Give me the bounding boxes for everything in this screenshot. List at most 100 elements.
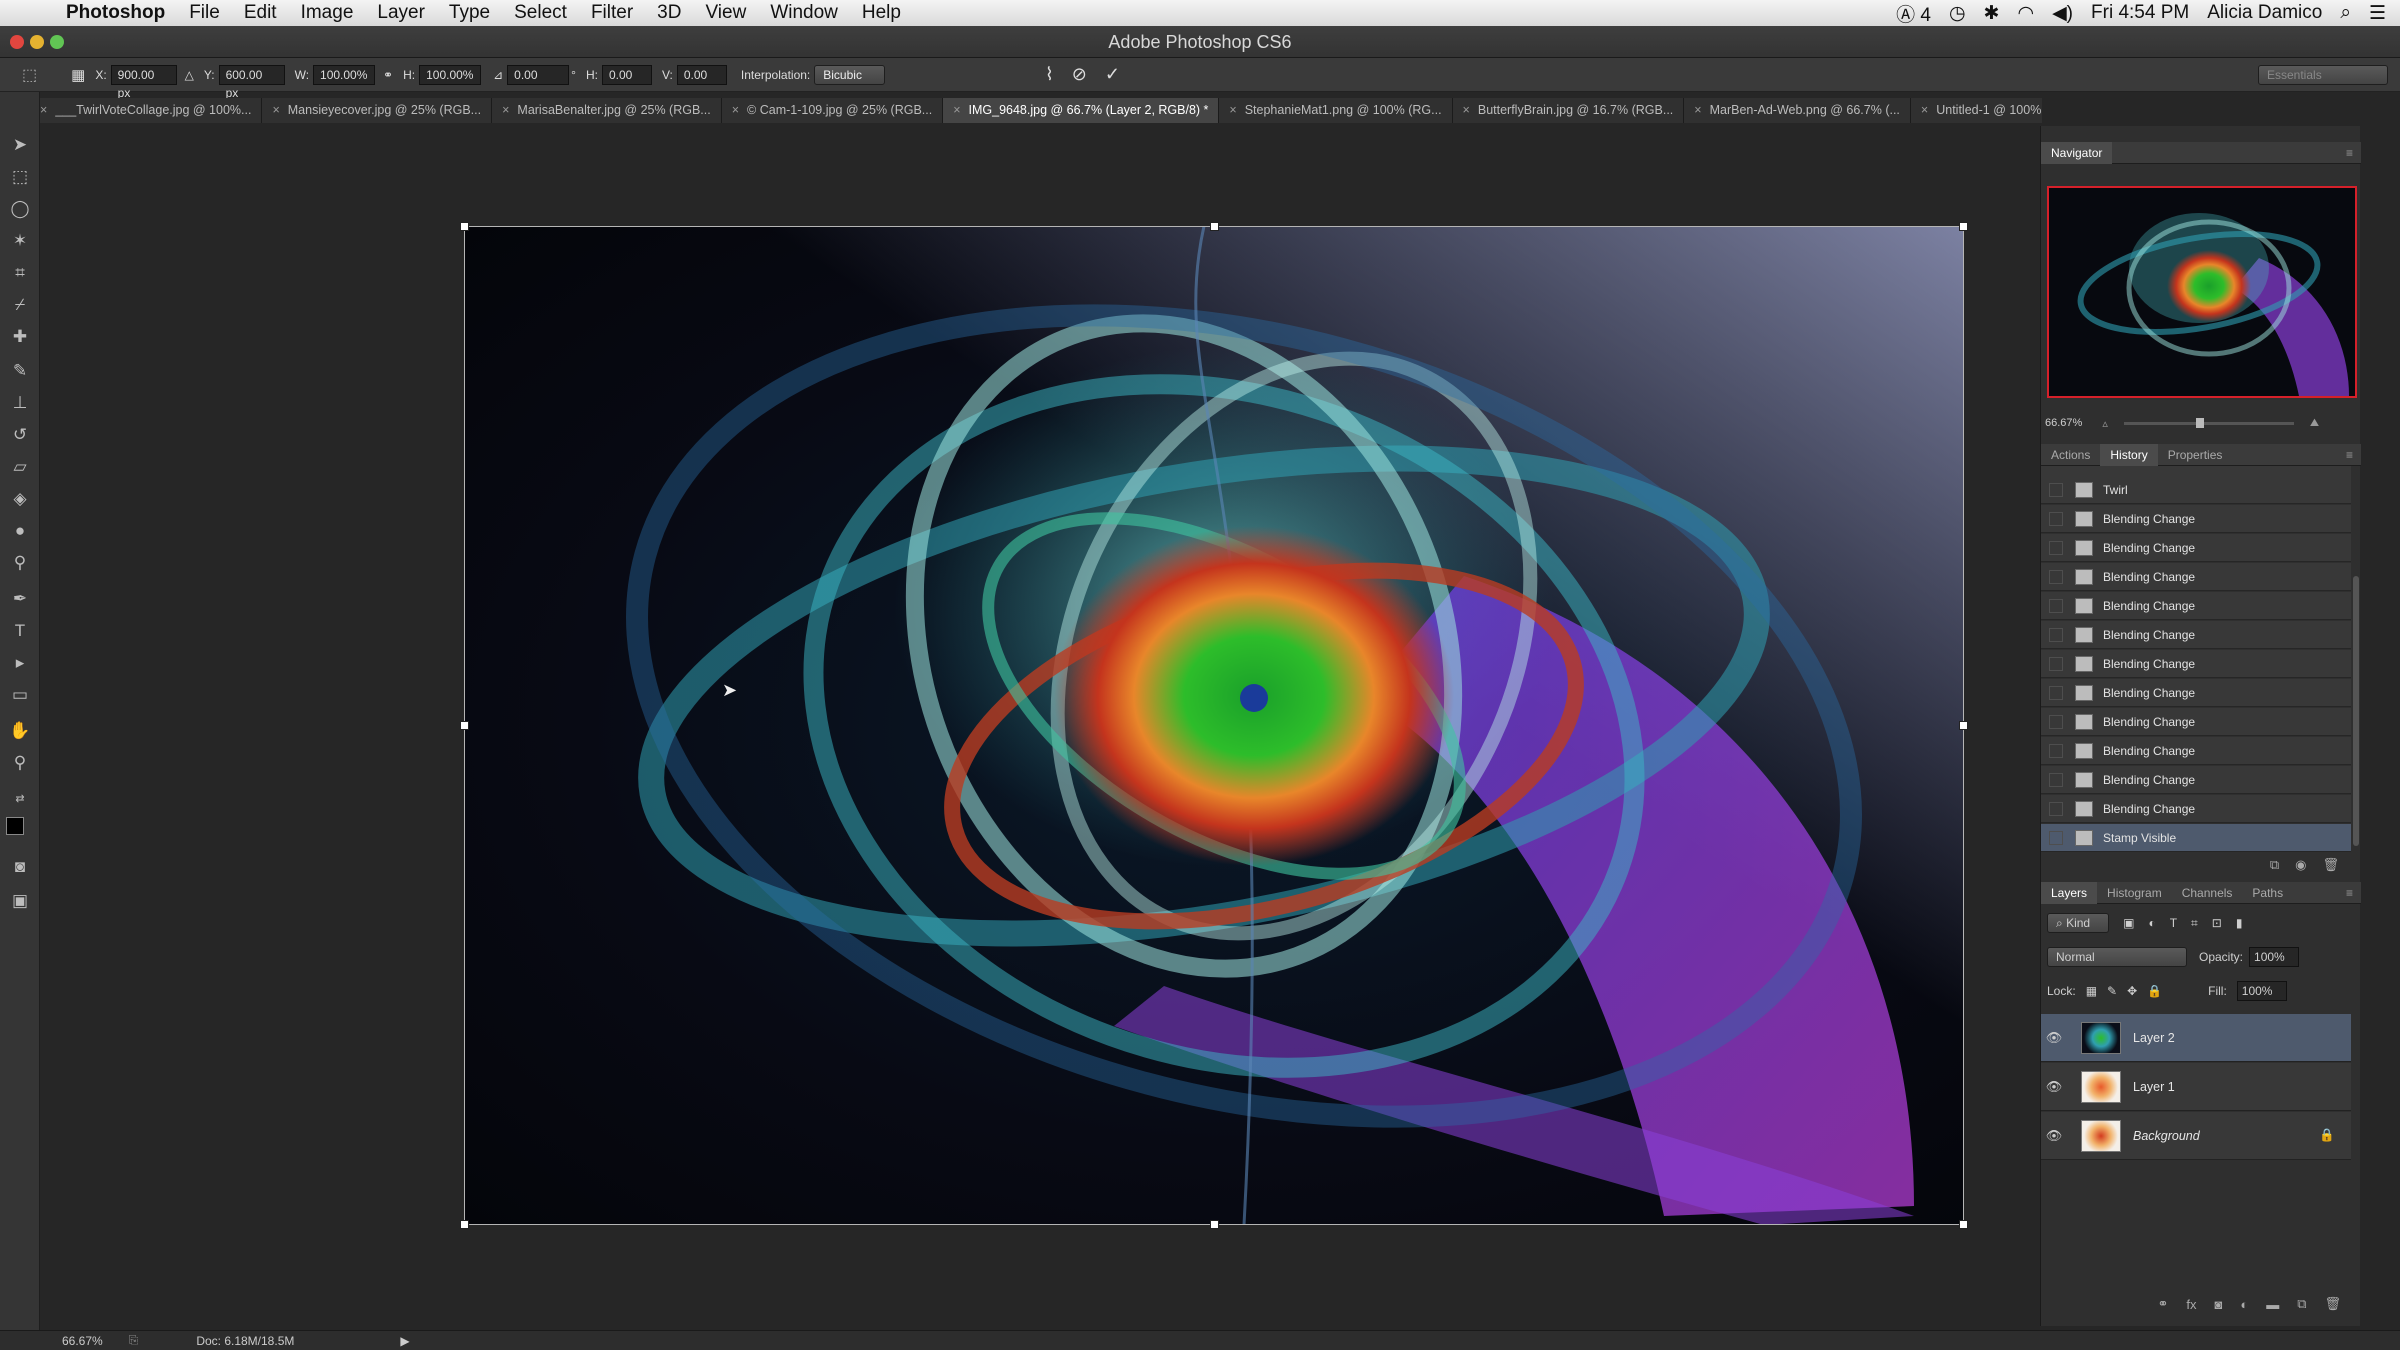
filter-shape-icon[interactable]: ⌗ (2191, 916, 2198, 931)
close-window-button[interactable] (10, 35, 24, 49)
history-item[interactable]: Blending Change (2041, 534, 2351, 562)
width-field[interactable]: 100.00% (313, 64, 376, 85)
panel-menu-icon[interactable]: ≡ (2346, 886, 2353, 900)
cancel-transform-icon[interactable]: ⊘ (1072, 64, 1087, 85)
menu-filter[interactable]: Filter (579, 2, 645, 24)
status-zoom[interactable]: 66.67% (62, 1334, 103, 1348)
tab-histogram[interactable]: Histogram (2097, 882, 2172, 904)
tool-preset-icon[interactable]: ⬚ (22, 65, 37, 85)
tab-channels[interactable]: Channels (2172, 882, 2243, 904)
filter-toggle-icon[interactable]: ▮ (2236, 916, 2243, 930)
layer-name[interactable]: Background (2133, 1129, 2200, 1143)
tab-document[interactable]: × Mansieyecover.jpg @ 25% (RGB... (262, 98, 493, 123)
blur-tool-icon[interactable]: ● (7, 518, 33, 544)
tab-document[interactable]: × ButterflyBrain.jpg @ 16.7% (RGB... (1452, 98, 1685, 123)
navigator-preview[interactable] (2047, 186, 2357, 398)
warp-mode-icon[interactable]: ⌇ (1045, 64, 1054, 85)
height-field[interactable]: 100.00% (419, 64, 482, 85)
lock-position-icon[interactable]: ✥ (2127, 984, 2137, 998)
tab-navigator[interactable]: Navigator (2041, 141, 2113, 164)
dodge-tool-icon[interactable]: ⚲ (7, 550, 33, 576)
close-icon[interactable]: × (1694, 103, 1701, 117)
history-item[interactable]: Blending Change (2041, 795, 2351, 823)
zoom-tool-icon[interactable]: ⚲ (7, 750, 33, 776)
tab-history[interactable]: History (2100, 443, 2158, 466)
fill-field[interactable]: 100% (2236, 981, 2287, 1001)
visibility-eye-icon[interactable]: 👁 (2041, 1030, 2067, 1046)
hskew-field[interactable]: 0.00 (601, 64, 652, 85)
magic-wand-tool-icon[interactable]: ✶ (7, 228, 33, 254)
link-icon[interactable]: ⚭ (383, 68, 393, 82)
type-tool-icon[interactable]: T (7, 618, 33, 644)
workspace-select[interactable]: Essentials (2258, 64, 2388, 85)
lock-all-icon[interactable]: 🔒 (2147, 984, 2162, 998)
menu-3d[interactable]: 3D (645, 2, 693, 24)
eraser-tool-icon[interactable]: ▱ (7, 454, 33, 480)
move-tool-icon[interactable]: ➤ (7, 132, 33, 158)
volume-icon[interactable]: ◀) (2052, 2, 2073, 25)
user-name[interactable]: Alicia Damico (2207, 2, 2322, 24)
new-layer-icon[interactable]: ⧉ (2297, 1296, 2306, 1312)
x-field[interactable]: 900.00 px (110, 64, 177, 100)
tab-document[interactable]: × © Cam-1-109.jpg @ 25% (RGB... (721, 98, 944, 123)
transform-handle-left[interactable] (460, 721, 469, 730)
crop-tool-icon[interactable]: ⌗ (7, 260, 33, 286)
close-icon[interactable]: × (272, 103, 279, 117)
menu-image[interactable]: Image (289, 2, 366, 24)
layer-row-selected[interactable]: 👁 Layer 2 (2041, 1014, 2351, 1062)
panel-menu-icon[interactable]: ≡ (2346, 448, 2353, 462)
close-icon[interactable]: × (1463, 103, 1470, 117)
bluetooth-icon[interactable]: ✱ (1984, 2, 2000, 25)
marquee-tool-icon[interactable]: ⬚ (7, 164, 33, 190)
foreground-color-swatch[interactable] (6, 817, 24, 835)
quick-mask-icon[interactable]: ◙ (7, 854, 33, 880)
close-icon[interactable]: × (953, 103, 960, 117)
history-item[interactable]: Blending Change (2041, 679, 2351, 707)
menu-layer[interactable]: Layer (365, 2, 437, 24)
eyedropper-tool-icon[interactable]: ⌿ (7, 292, 33, 318)
layer-name[interactable]: Layer 1 (2133, 1080, 2175, 1094)
opacity-field[interactable]: 100% (2249, 947, 2300, 967)
filter-pixel-icon[interactable]: ▣ (2123, 916, 2134, 930)
tab-document[interactable]: × MarBen-Ad-Web.png @ 66.7% (... (1684, 98, 1911, 123)
zoom-in-icon[interactable]: ⛰ (2310, 417, 2319, 430)
vskew-field[interactable]: 0.00 (676, 64, 727, 85)
layer-row[interactable]: 👁 Layer 1 (2041, 1063, 2351, 1111)
delete-layer-icon[interactable]: 🗑 (2324, 1296, 2341, 1312)
lasso-tool-icon[interactable]: ◯ (7, 196, 33, 222)
adobe-updates-icon[interactable]: Ⓐ 4 (1896, 0, 1931, 27)
clone-stamp-tool-icon[interactable]: ⊥ (7, 390, 33, 416)
tab-document[interactable]: × MarisaBenalter.jpg @ 25% (RGB... (492, 98, 722, 123)
tab-document[interactable]: ×Untitled-1 @ 100% (Pure Emotio... (1910, 98, 2042, 123)
clock[interactable]: Fri 4:54 PM (2091, 2, 2189, 24)
transform-handle-bottom[interactable] (1210, 1220, 1219, 1229)
history-scrollbar[interactable] (2353, 576, 2359, 846)
healing-brush-tool-icon[interactable]: ✚ (7, 324, 33, 350)
path-selection-tool-icon[interactable]: ▸ (7, 650, 33, 676)
tab-paths[interactable]: Paths (2242, 882, 2293, 904)
status-share-icon[interactable]: ⎘ (129, 1333, 139, 1348)
history-item[interactable]: Blending Change (2041, 737, 2351, 765)
add-mask-icon[interactable]: ◙ (2214, 1297, 2222, 1312)
transform-handle-top[interactable] (1210, 222, 1219, 231)
zoom-window-button[interactable] (50, 35, 64, 49)
transform-handle-bottom-right[interactable] (1959, 1220, 1968, 1229)
rectangle-tool-icon[interactable]: ▭ (7, 682, 33, 708)
filter-adjustment-icon[interactable]: ◐ (2148, 916, 2155, 930)
menu-app-name[interactable]: Photoshop (58, 2, 177, 24)
blend-mode-select[interactable]: Normal (2047, 947, 2187, 967)
brush-tool-icon[interactable]: ✎ (7, 358, 33, 384)
notification-center-icon[interactable]: ☰ (2369, 2, 2386, 25)
visibility-eye-icon[interactable]: 👁 (2041, 1128, 2067, 1144)
history-item[interactable]: Blending Change (2041, 621, 2351, 649)
hand-tool-icon[interactable]: ✋ (7, 718, 33, 744)
history-item[interactable]: Blending Change (2041, 592, 2351, 620)
menu-help[interactable]: Help (850, 2, 913, 24)
menu-edit[interactable]: Edit (232, 2, 289, 24)
transform-handle-right[interactable] (1959, 721, 1968, 730)
history-item[interactable]: Twirl (2041, 476, 2351, 504)
history-item[interactable]: Blending Change (2041, 505, 2351, 533)
navigator-zoom-value[interactable]: 66.67% (2045, 417, 2082, 429)
new-document-from-state-icon[interactable]: ⧉ (2270, 857, 2279, 873)
close-icon[interactable]: × (502, 103, 509, 117)
